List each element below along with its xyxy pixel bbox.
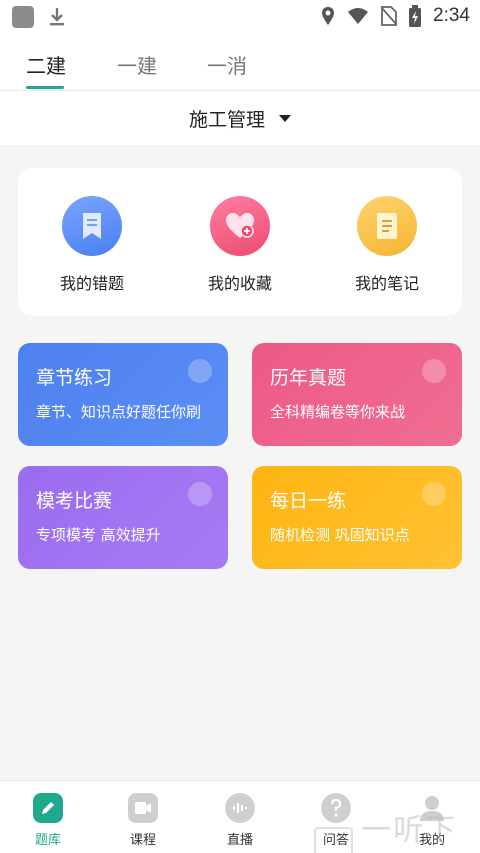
tile-subtitle: 章节、知识点好题任你刷 <box>36 403 202 421</box>
tab-erjian[interactable]: 二建 <box>26 50 66 79</box>
app-notification-icon <box>12 6 34 28</box>
nav-live[interactable]: 直播 <box>205 793 275 848</box>
nav-courses[interactable]: 课程 <box>108 793 178 848</box>
tile-title: 模考比赛 <box>36 490 113 512</box>
location-icon <box>322 7 335 25</box>
nav-label: 直播 <box>226 833 253 848</box>
tile-subtitle: 全科精编卷等你来战 <box>270 403 406 421</box>
pencil-icon <box>33 793 63 823</box>
daily-practice-tile[interactable]: 每日一练 随机检测 巩固知识点 <box>252 466 462 569</box>
my-notes-button[interactable]: 我的笔记 <box>327 196 447 294</box>
nav-label: 课程 <box>129 833 156 848</box>
quick-label: 我的笔记 <box>354 274 419 293</box>
exam-tabs: 二建 一建 一消 <box>0 34 480 90</box>
quick-actions-card: 我的错题 我的收藏 我的笔记 <box>18 168 462 316</box>
nav-label: 题库 <box>34 833 61 848</box>
my-favorites-button[interactable]: 我的收藏 <box>180 196 300 294</box>
tile-subtitle: 专项模考 高效提升 <box>36 526 161 544</box>
my-wrong-questions-button[interactable]: 我的错题 <box>32 196 152 294</box>
quick-label: 我的收藏 <box>207 274 272 293</box>
decor-circle <box>422 482 446 506</box>
caret-down-icon <box>279 114 291 122</box>
no-sim-icon <box>381 6 398 26</box>
video-icon <box>128 793 158 823</box>
watermark-logo <box>314 827 354 853</box>
decor-circle <box>188 482 212 506</box>
status-bar: 2:34 <box>0 0 480 34</box>
wifi-icon <box>348 8 369 24</box>
decor-circle <box>422 359 446 383</box>
tab-yixiao[interactable]: 一消 <box>207 50 247 79</box>
decor-circle <box>188 359 212 383</box>
wrong-questions-icon <box>62 196 122 256</box>
subject-selector[interactable]: 施工管理 <box>0 91 480 145</box>
live-audio-icon <box>225 793 255 823</box>
past-papers-tile[interactable]: 历年真题 全科精编卷等你来战 <box>252 343 462 446</box>
watermark: 一听下载 <box>314 805 480 853</box>
active-tab-indicator <box>26 86 64 89</box>
tab-yijian[interactable]: 一建 <box>117 50 157 79</box>
battery-charging-icon <box>409 5 422 27</box>
tile-title: 历年真题 <box>270 367 347 389</box>
tile-subtitle: 随机检测 巩固知识点 <box>270 526 410 544</box>
favorites-heart-icon <box>210 196 270 256</box>
tile-title: 章节练习 <box>36 367 113 389</box>
chapter-practice-tile[interactable]: 章节练习 章节、知识点好题任你刷 <box>18 343 228 446</box>
notes-icon <box>357 196 417 256</box>
tile-title: 每日一练 <box>270 490 347 512</box>
mock-contest-tile[interactable]: 模考比赛 专项模考 高效提升 <box>18 466 228 569</box>
watermark-text: 一听下载 <box>361 813 458 848</box>
clock: 2:34 <box>433 5 470 26</box>
download-icon <box>50 8 64 26</box>
quick-label: 我的错题 <box>59 274 124 293</box>
nav-question-bank[interactable]: 题库 <box>13 793 83 848</box>
subject-label: 施工管理 <box>188 108 265 131</box>
